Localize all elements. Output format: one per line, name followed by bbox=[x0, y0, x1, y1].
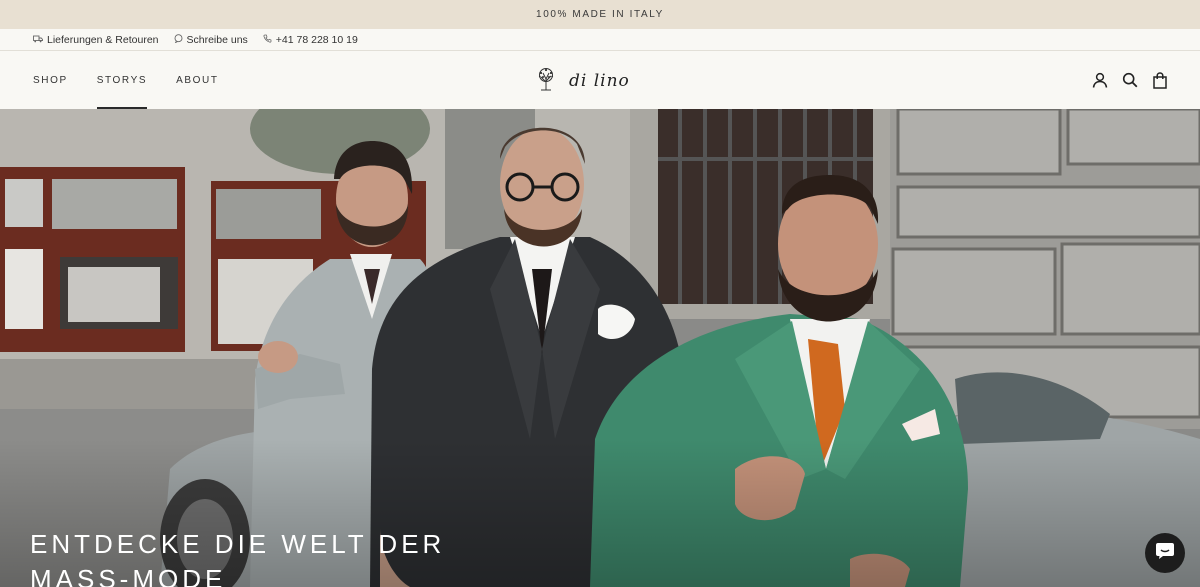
phone-icon bbox=[263, 34, 272, 45]
hero-banner[interactable]: ENTDECKE DIE WELT DER MASS-MODE bbox=[0, 109, 1200, 587]
tree-logo-icon bbox=[535, 67, 557, 96]
truck-icon bbox=[33, 35, 43, 45]
main-header: SHOP STORYS ABOUT di lino bbox=[0, 51, 1200, 109]
phone-label: +41 78 228 10 19 bbox=[275, 33, 358, 46]
phone-link[interactable]: +41 78 228 10 19 bbox=[263, 34, 358, 46]
shipping-returns-link[interactable]: Lieferungen & Retouren bbox=[33, 34, 159, 46]
search-icon[interactable] bbox=[1122, 71, 1138, 89]
header-actions bbox=[1092, 71, 1168, 89]
contact-label: Schreibe uns bbox=[186, 33, 248, 46]
nav-item-shop[interactable]: SHOP bbox=[33, 51, 68, 109]
contact-link[interactable]: Schreibe uns bbox=[174, 34, 248, 46]
account-icon[interactable] bbox=[1092, 71, 1108, 89]
brand-logo[interactable]: di lino bbox=[535, 67, 669, 95]
hero-image bbox=[0, 109, 1200, 587]
nav-item-about[interactable]: ABOUT bbox=[176, 51, 218, 109]
nav-item-storys[interactable]: STORYS bbox=[96, 51, 148, 109]
hero-title-line-1: ENTDECKE DIE WELT DER bbox=[30, 529, 446, 559]
logo-wordmark: di lino bbox=[569, 71, 630, 91]
chat-button[interactable] bbox=[1145, 533, 1185, 573]
hero-title: ENTDECKE DIE WELT DER MASS-MODE bbox=[30, 527, 490, 587]
announcement-bar: 100% MADE IN ITALY bbox=[0, 0, 1200, 29]
announcement-text: 100% MADE IN ITALY bbox=[536, 9, 664, 20]
chat-bubble-icon bbox=[1155, 542, 1175, 565]
info-bar: Lieferungen & Retouren Schreibe uns +41 … bbox=[0, 29, 1200, 51]
chat-icon bbox=[174, 34, 183, 45]
main-nav: SHOP STORYS ABOUT bbox=[33, 51, 219, 109]
cart-icon[interactable] bbox=[1152, 71, 1168, 89]
shipping-returns-label: Lieferungen & Retouren bbox=[47, 33, 159, 46]
hero-title-line-2: MASS-MODE bbox=[30, 564, 227, 587]
